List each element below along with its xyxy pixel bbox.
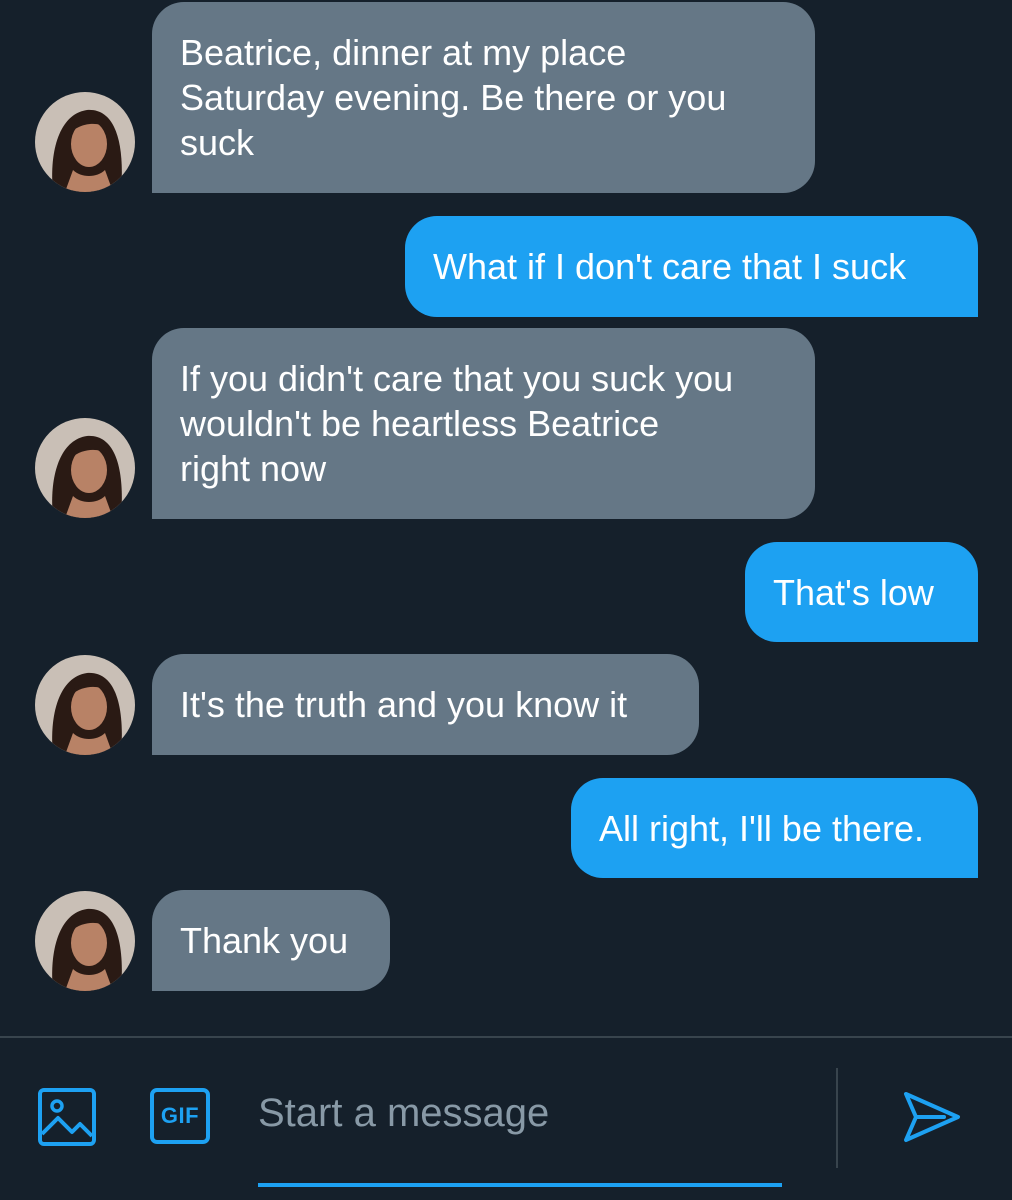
message-text-line: If you didn't care that you suck you [180,358,734,399]
sent-message-bubble[interactable]: That's low [745,542,978,642]
contact-avatar[interactable] [35,655,135,755]
message-text-line: It's the truth and you know it [180,684,628,725]
received-message-bubble[interactable]: Beatrice, dinner at my place Saturday ev… [152,2,815,193]
received-message-bubble[interactable]: It's the truth and you know it [152,654,699,755]
message-composer: GIF [0,1038,1012,1200]
received-message-bubble[interactable]: If you didn't care that you suck you wou… [152,328,815,519]
contact-avatar[interactable] [35,891,135,991]
message-text-line: suck [180,122,255,163]
message-text-line: Thank you [180,920,349,961]
composer-separator [836,1068,838,1168]
message-text-line: What if I don't care that I suck [433,246,907,287]
sent-message-bubble[interactable]: All right, I'll be there. [571,778,978,878]
contact-avatar[interactable] [35,418,135,518]
send-icon [904,1092,960,1142]
gif-label: GIF [160,1103,200,1128]
sent-message-bubble[interactable]: What if I don't care that I suck [405,216,978,317]
image-icon [38,1088,96,1146]
message-text-line: That's low [773,571,934,613]
contact-avatar[interactable] [35,92,135,192]
send-button[interactable] [900,1088,962,1146]
message-text-line: Saturday evening. Be there or you [180,77,727,118]
message-text-line: All right, I'll be there. [599,807,925,849]
message-input[interactable] [258,1078,782,1148]
message-text-line: Beatrice, dinner at my place [180,32,627,73]
add-media-button[interactable] [38,1088,96,1146]
message-text-line: right now [180,448,327,489]
message-thread: Beatrice, dinner at my place Saturday ev… [0,0,1012,1036]
received-message-bubble[interactable]: Thank you [152,890,390,991]
add-gif-button[interactable]: GIF [150,1088,210,1144]
input-underline [258,1183,782,1187]
message-text-line: wouldn't be heartless Beatrice [180,403,660,444]
